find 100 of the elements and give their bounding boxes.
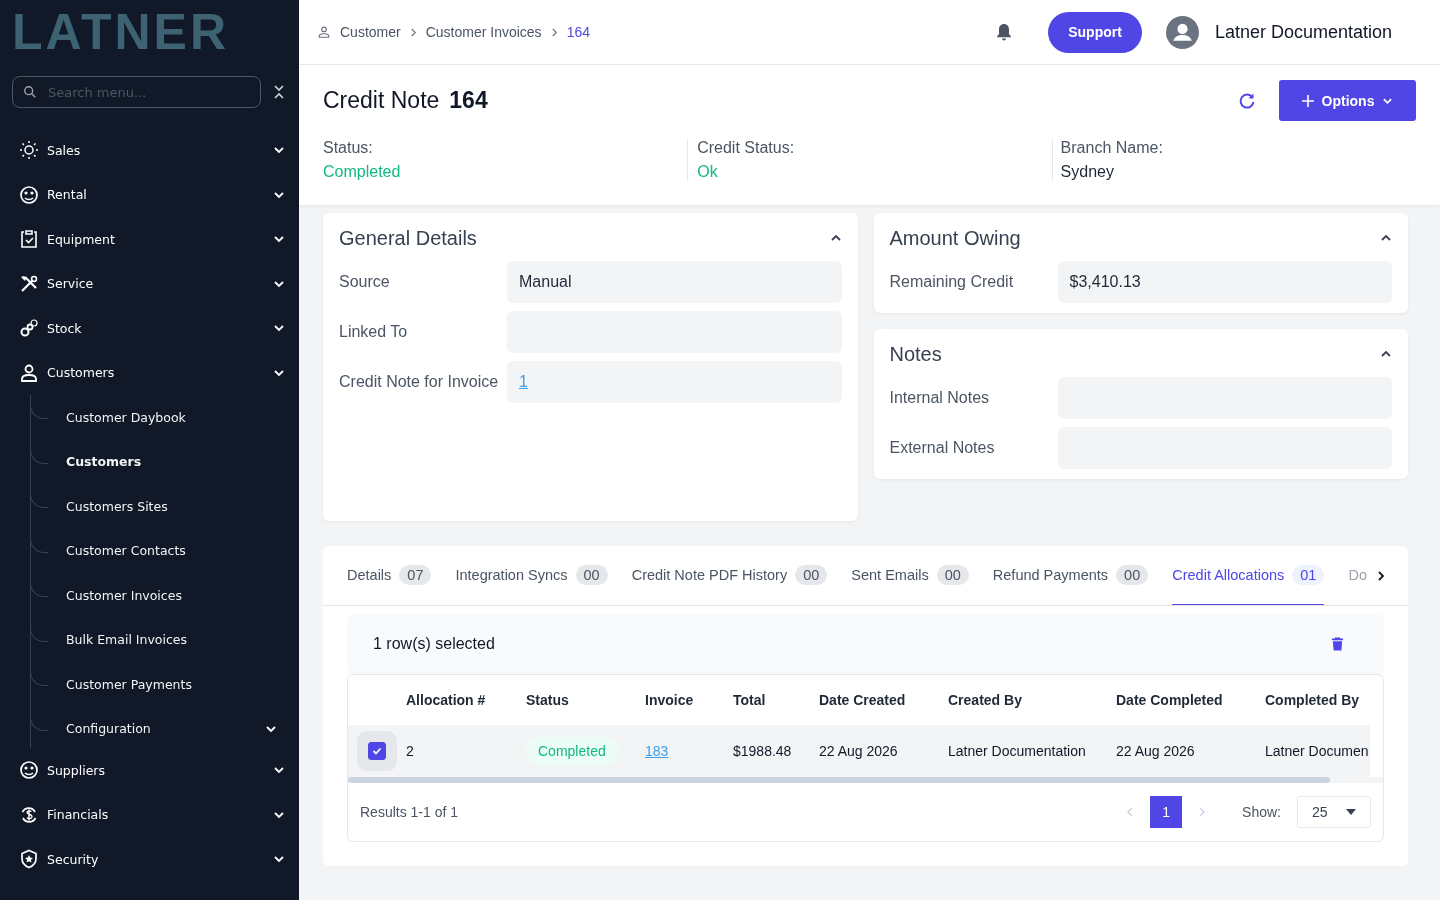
field-label: Internal Notes bbox=[889, 389, 991, 407]
nav-item[interactable]: Sales bbox=[12, 128, 299, 173]
options-button[interactable]: Options bbox=[1279, 80, 1416, 121]
nav-item[interactable]: Equipment bbox=[12, 217, 299, 262]
summary-value: Ok bbox=[697, 163, 719, 181]
logo: LATNER bbox=[12, 3, 230, 62]
search-field[interactable]: Search menu... bbox=[12, 76, 261, 108]
table-cell: 22 Aug 2026 bbox=[819, 725, 948, 777]
tab[interactable]: Refund Payments 00 bbox=[992, 546, 1149, 605]
tab[interactable]: Details 07 bbox=[347, 546, 432, 605]
chevron-icon bbox=[273, 279, 285, 288]
chevron-right-icon bbox=[550, 27, 558, 37]
checkmark-icon bbox=[371, 745, 383, 757]
breadcrumb-link[interactable]: Customer Invoices bbox=[425, 24, 542, 40]
nav-item[interactable]: Financials bbox=[12, 792, 299, 837]
chevron-icon[interactable] bbox=[829, 234, 842, 242]
avatar-icon[interactable] bbox=[1165, 15, 1199, 49]
field-label: External Notes bbox=[889, 439, 996, 457]
chevron-icon bbox=[273, 324, 285, 333]
clipboard-check-icon bbox=[19, 229, 39, 250]
submenu-item[interactable]: Customers Sites bbox=[31, 484, 299, 529]
count-badge: 00 bbox=[575, 564, 608, 585]
nav-item[interactable]: Suppliers bbox=[12, 748, 299, 793]
person-icon bbox=[19, 362, 39, 383]
credit-note-number: 164 bbox=[449, 87, 488, 114]
page-button[interactable]: 1 bbox=[1150, 796, 1183, 828]
collapse-icon[interactable] bbox=[273, 83, 285, 101]
card-title: Amount Owing bbox=[889, 226, 1021, 250]
nav-item[interactable]: Rental bbox=[12, 172, 299, 217]
submenu-item[interactable]: Customer Invoices bbox=[31, 573, 299, 618]
page-title: Credit Note bbox=[323, 87, 440, 114]
status-badge: Completed bbox=[526, 737, 618, 765]
count-badge: 00 bbox=[936, 564, 969, 585]
tools-icon bbox=[19, 273, 39, 294]
nav-item[interactable]: Service bbox=[12, 261, 299, 306]
nav-item[interactable]: Stock bbox=[12, 306, 299, 351]
count-badge: 01 bbox=[1292, 564, 1325, 585]
summary-label: Branch Name: bbox=[1060, 139, 1164, 157]
selection-count: 1 row(s) selected bbox=[373, 635, 495, 653]
chevron-icon[interactable] bbox=[1380, 350, 1392, 358]
tab[interactable]: Integration Syncs 00 bbox=[455, 546, 608, 605]
summary-label: Status: bbox=[323, 139, 374, 157]
submenu-item[interactable]: Customer Payments bbox=[31, 662, 299, 707]
breadcrumb-link[interactable]: Customer bbox=[340, 24, 401, 40]
field-label: Remaining Credit bbox=[889, 273, 1015, 291]
chevron-right-icon bbox=[409, 27, 417, 37]
summary-value: Sydney bbox=[1060, 163, 1115, 181]
plus-icon bbox=[1301, 94, 1314, 107]
count-badge: 00 bbox=[1116, 564, 1149, 585]
summary-value: Completed bbox=[323, 163, 402, 181]
submenu-item[interactable]: Customer Daybook bbox=[31, 395, 299, 440]
nav-item[interactable]: Security bbox=[12, 837, 299, 882]
field-value: $3,410.13 bbox=[1069, 273, 1141, 291]
count-badge: 07 bbox=[399, 564, 432, 585]
card-title: General Details bbox=[339, 226, 477, 250]
table-cell: $1988.48 bbox=[733, 725, 819, 777]
person-icon bbox=[317, 25, 331, 39]
field-label: Credit Note for Invoice bbox=[339, 373, 500, 391]
nav-item[interactable]: Customers bbox=[12, 350, 299, 395]
field-label: Linked To bbox=[339, 323, 409, 341]
field-value: Manual bbox=[519, 273, 572, 291]
table-cell: 2 bbox=[406, 725, 526, 777]
chevron-icon bbox=[273, 810, 285, 819]
summary-label: Credit Status: bbox=[697, 139, 796, 157]
chevron-icon bbox=[1382, 96, 1394, 105]
chevron-icon bbox=[273, 235, 285, 244]
show-label: Show: bbox=[1242, 804, 1281, 820]
tab[interactable]: Sent Emails 00 bbox=[851, 546, 969, 605]
chevron-icon bbox=[273, 855, 285, 864]
support-button[interactable]: Support bbox=[1048, 11, 1142, 53]
table-cell: Latner Documen bbox=[1265, 725, 1370, 777]
input-field[interactable]: $3,410.13 bbox=[1057, 261, 1392, 303]
caret-icon bbox=[1346, 809, 1356, 815]
user-name: Latner Documentation bbox=[1214, 21, 1392, 43]
submenu-item[interactable]: Customers bbox=[31, 439, 299, 484]
search-icon bbox=[23, 85, 37, 99]
chevron-icon bbox=[273, 766, 285, 775]
horizontal-scrollbar[interactable] bbox=[348, 777, 1383, 783]
count-badge: 00 bbox=[795, 564, 828, 585]
breadcrumb-link[interactable]: 164 bbox=[566, 24, 590, 40]
page-size-select[interactable]: 25 bbox=[1297, 796, 1371, 828]
submenu-item[interactable]: Configuration bbox=[31, 706, 299, 751]
face-icon bbox=[19, 184, 39, 205]
card-title: Notes bbox=[889, 342, 942, 366]
sun-icon bbox=[19, 140, 39, 161]
chevron-icon[interactable] bbox=[1380, 234, 1392, 242]
submenu-item[interactable]: Bulk Email Invoices bbox=[31, 617, 299, 662]
submenu-item[interactable]: Customer Contacts bbox=[31, 528, 299, 573]
chevron-icon bbox=[273, 190, 285, 199]
delete-icon[interactable] bbox=[1331, 636, 1344, 652]
input-field[interactable]: Manual bbox=[507, 261, 842, 303]
tab[interactable]: Credit Allocations 01 bbox=[1172, 546, 1325, 605]
results-count: Results 1-1 of 1 bbox=[360, 804, 459, 820]
table-cell: 22 Aug 2026 bbox=[1116, 725, 1265, 777]
chevron-right-icon[interactable] bbox=[1376, 569, 1385, 582]
face-icon bbox=[19, 760, 39, 781]
chevron-icon bbox=[273, 368, 285, 377]
chevron-icon bbox=[273, 146, 285, 155]
field-label: Source bbox=[339, 273, 391, 291]
tab[interactable]: Credit Note PDF History 00 bbox=[631, 546, 828, 605]
